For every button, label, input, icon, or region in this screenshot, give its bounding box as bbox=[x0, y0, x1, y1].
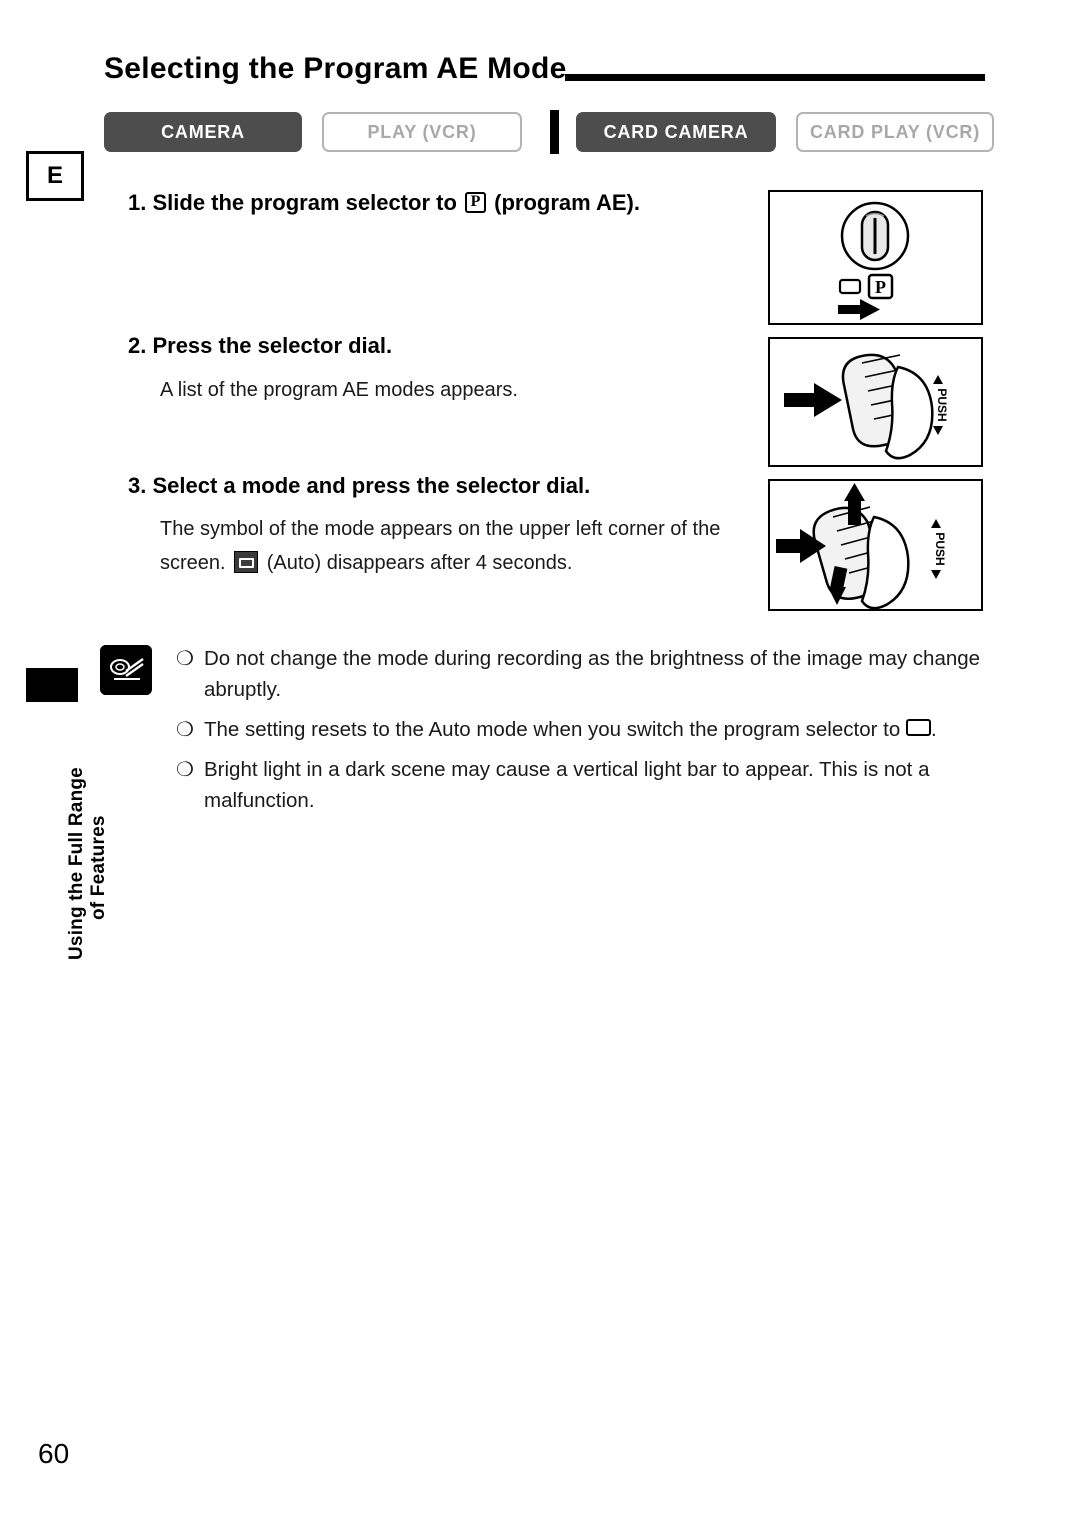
tab-card-play-vcr-label: CARD PLAY (VCR) bbox=[809, 121, 981, 142]
tab-camera-label: CAMERA bbox=[161, 121, 245, 142]
note-text-1: Do not change the mode during recording … bbox=[204, 647, 981, 701]
selector-dial-turn-press-svg: PUSH bbox=[776, 483, 947, 610]
svg-text:PUSH: PUSH bbox=[935, 388, 949, 421]
program-selector-slide-illustration: P bbox=[768, 190, 983, 325]
note-item-3: ❍ Bright light in a dark scene may cause… bbox=[176, 754, 991, 816]
step-1-heading: 1. Slide the program selector to (progra… bbox=[128, 190, 640, 216]
side-chapter-label-line1: Using the Full Range bbox=[66, 767, 87, 960]
side-chapter-label-line2: of Features bbox=[88, 815, 109, 920]
step-1-text-part2: (program AE). bbox=[494, 190, 640, 215]
program-selector-slide-svg: P bbox=[838, 201, 910, 320]
step-1-number: 1. bbox=[128, 190, 147, 215]
note-bullet-3: ❍ bbox=[176, 759, 194, 781]
tab-card-play-vcr[interactable]: CARD PLAY (VCR) bbox=[796, 112, 994, 152]
tab-play-vcr-label: PLAY (VCR) bbox=[367, 121, 477, 142]
side-marker-bar bbox=[26, 668, 78, 702]
step-2-heading: 2. Press the selector dial. bbox=[128, 333, 393, 358]
step-1-text-part1: Slide the program selector to bbox=[152, 190, 457, 215]
tab-card-camera-label: CARD CAMERA bbox=[603, 121, 749, 142]
note-text-2-pre: The setting resets to the Auto mode when… bbox=[204, 718, 901, 741]
step-3-body-line2-pre: screen. bbox=[160, 552, 226, 574]
side-chapter-label: Using the Full Range of Features bbox=[26, 700, 109, 960]
note-text-3: Bright light in a dark scene may cause a… bbox=[204, 758, 930, 812]
title-rule bbox=[565, 74, 985, 81]
program-ae-p-icon bbox=[465, 191, 487, 213]
tab-divider bbox=[550, 110, 559, 154]
selector-dial-press-svg: PUSH bbox=[784, 353, 949, 460]
auto-mode-icon bbox=[234, 551, 259, 573]
mode-tabs: CAMERA PLAY (VCR) CARD CAMERA CARD PLAY … bbox=[104, 110, 994, 158]
step-3-body-line1: The symbol of the mode appears on the up… bbox=[160, 518, 721, 540]
language-tab: E bbox=[26, 151, 84, 201]
note-item-2: ❍ The setting resets to the Auto mode wh… bbox=[176, 714, 991, 745]
note-bullet-2: ❍ bbox=[176, 719, 194, 741]
step-3-body: The symbol of the mode appears on the up… bbox=[160, 512, 760, 580]
step-2-body: A list of the program AE modes appears. bbox=[160, 379, 518, 401]
tab-camera[interactable]: CAMERA bbox=[104, 112, 302, 152]
selector-dial-turn-press-illustration: PUSH bbox=[768, 479, 983, 611]
tab-play-vcr[interactable]: PLAY (VCR) bbox=[322, 112, 522, 152]
step-3-body-line2-post: (Auto) disappears after 4 seconds. bbox=[266, 552, 573, 574]
page-title: Selecting the Program AE Mode bbox=[104, 52, 567, 85]
selector-dial-press-illustration: PUSH bbox=[768, 337, 983, 467]
note-item-1: ❍ Do not change the mode during recordin… bbox=[176, 643, 991, 705]
note-text-2-post: . bbox=[930, 718, 937, 741]
blank-rectangle-icon bbox=[905, 719, 931, 736]
tab-card-camera[interactable]: CARD CAMERA bbox=[576, 112, 776, 152]
page-number: 60 bbox=[38, 1438, 70, 1469]
svg-text:PUSH: PUSH bbox=[933, 532, 947, 565]
step-3-heading: 3. Select a mode and press the selector … bbox=[128, 473, 591, 498]
notes-list: ❍ Do not change the mode during recordin… bbox=[176, 643, 991, 825]
notes-pencil-glyph bbox=[100, 645, 152, 695]
svg-text:P: P bbox=[875, 277, 886, 297]
note-bullet-1: ❍ bbox=[176, 648, 194, 670]
notes-pencil-icon bbox=[100, 645, 152, 695]
